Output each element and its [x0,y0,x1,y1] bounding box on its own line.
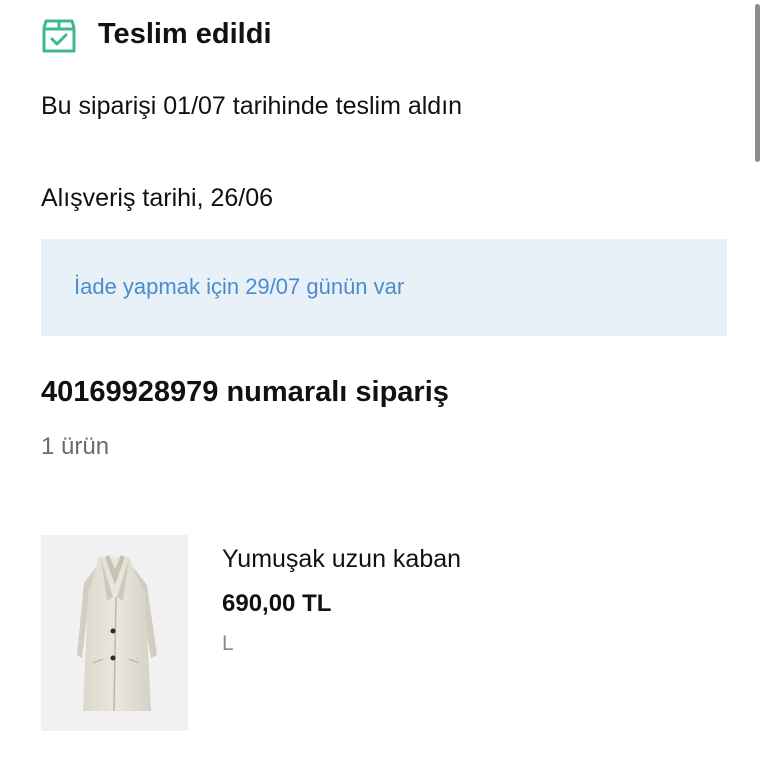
scrollbar[interactable] [753,0,762,768]
package-check-icon [40,16,78,56]
delivery-date-text: Bu siparişi 01/07 tarihinde teslim aldın [41,92,463,120]
return-notice-text: İade yapmak için 29/07 günün var [74,274,405,299]
item-count: 1 ürün [41,433,110,460]
product-image[interactable] [41,535,188,731]
coat-image [77,555,157,712]
return-notice-banner: İade yapmak için 29/07 günün var [41,239,727,336]
purchase-date-text: Alışveriş tarihi, 26/06 [41,184,274,212]
order-number-title: 40169928979 numaralı sipariş [41,376,449,408]
product-name[interactable]: Yumuşak uzun kaban [222,545,461,574]
status-title: Teslim edildi [98,18,272,50]
product-price: 690,00 TL [222,590,332,617]
product-size: L [222,632,234,655]
scrollbar-thumb[interactable] [755,4,760,162]
